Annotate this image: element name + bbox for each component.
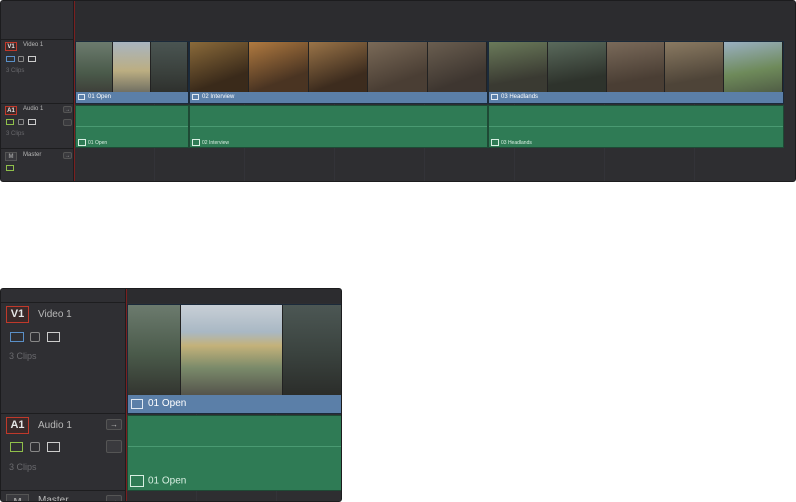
clip-name: 01 Open (148, 475, 187, 487)
ruler-header-space (1, 1, 73, 40)
track-header-column: V1 Video 1 3 Clips A1 Audio 1 → 3 Clips … (1, 1, 74, 181)
video-track-badge[interactable]: V1 (6, 306, 29, 323)
video-track-name[interactable]: Video 1 (23, 42, 43, 48)
master-track-name[interactable]: Master (23, 152, 41, 158)
master-track-header[interactable]: M Master → (1, 149, 73, 181)
video-clip[interactable]: 02 Interview (189, 41, 488, 104)
video-track-badge[interactable]: V1 (5, 42, 17, 51)
audio-track-header[interactable]: A1 Audio 1 → 3 Clips (1, 104, 73, 149)
audio-track-badge[interactable]: A1 (6, 417, 29, 434)
audio-track-name[interactable]: Audio 1 (23, 106, 43, 112)
clip-name: 02 Interview (202, 94, 235, 100)
film-icon (491, 94, 498, 100)
track-header-column: V1 Video 1 3 Clips A1 Audio 1 → 3 Clips … (1, 289, 126, 501)
playhead[interactable] (74, 1, 75, 181)
clip-name: 01 Open (148, 398, 187, 409)
clip-name: 02 Interview (202, 139, 229, 146)
audio-clip-count: 3 Clips (9, 462, 37, 472)
auto-select-icon[interactable] (47, 332, 60, 342)
film-icon (192, 94, 199, 100)
video-clip-count: 3 Clips (9, 351, 37, 361)
master-track-header[interactable]: M Master → (1, 491, 125, 501)
playhead[interactable] (126, 289, 127, 501)
video-track-name[interactable]: Video 1 (38, 309, 72, 320)
lock-icon[interactable] (18, 119, 24, 125)
arrow-icon[interactable]: → (106, 419, 122, 430)
auto-select-icon[interactable] (28, 119, 36, 125)
auto-select-icon[interactable] (28, 56, 36, 62)
video-clip-count: 3 Clips (6, 68, 25, 74)
solo-icon[interactable] (106, 440, 122, 453)
audio-track-header[interactable]: A1 Audio 1 → 3 Clips (1, 414, 125, 491)
video-clip[interactable]: 03 Headlands (488, 41, 784, 104)
speaker-icon[interactable] (6, 119, 14, 125)
speaker-icon[interactable] (10, 442, 23, 452)
lock-icon[interactable] (30, 442, 40, 452)
master-track-badge[interactable]: M (6, 494, 29, 501)
film-icon (130, 475, 144, 487)
clip-name: 01 Open (88, 139, 108, 146)
film-icon (131, 399, 143, 409)
film-icon (491, 139, 499, 146)
timeline-overview: V1 Video 1 3 Clips A1 Audio 1 → 3 Clips … (0, 0, 796, 182)
audio-clip[interactable]: 01 Open (75, 105, 189, 148)
timecode-ruler[interactable] (74, 1, 795, 41)
arrow-icon[interactable]: → (63, 106, 72, 113)
arrow-icon[interactable]: → (106, 495, 122, 501)
monitor-icon[interactable] (6, 56, 15, 62)
master-track-badge[interactable]: M (5, 152, 17, 161)
timeline-detail: V1 Video 1 3 Clips A1 Audio 1 → 3 Clips … (0, 288, 342, 502)
video-track-header[interactable]: V1 Video 1 3 Clips (1, 40, 73, 104)
audio-clip[interactable]: 01 Open (127, 415, 341, 491)
video-clip[interactable]: 01 Open (127, 304, 341, 414)
video-clip[interactable]: 01 Open (75, 41, 189, 104)
speaker-icon[interactable] (6, 165, 14, 171)
clip-name: 01 Open (88, 94, 112, 100)
master-track-name[interactable]: Master (38, 495, 69, 501)
audio-track-badge[interactable]: A1 (5, 106, 17, 115)
auto-select-icon[interactable] (47, 442, 60, 452)
ruler-header-space (1, 289, 125, 303)
lock-icon[interactable] (30, 332, 40, 342)
clip-name: 03 Headlands (501, 94, 539, 100)
film-icon (78, 94, 85, 100)
audio-clip[interactable]: 03 Headlands (488, 105, 784, 148)
audio-clip[interactable]: 02 Interview (189, 105, 488, 148)
lock-icon[interactable] (18, 56, 24, 62)
audio-track-name[interactable]: Audio 1 (38, 420, 72, 431)
film-icon (192, 139, 200, 146)
film-icon (78, 139, 86, 146)
video-track-header[interactable]: V1 Video 1 3 Clips (1, 303, 125, 414)
monitor-icon[interactable] (10, 332, 24, 342)
arrow-icon[interactable]: → (63, 152, 72, 159)
clip-name: 03 Headlands (501, 139, 532, 146)
audio-clip-count: 3 Clips (6, 131, 25, 137)
timecode-ruler[interactable] (126, 289, 341, 304)
solo-icon[interactable] (63, 119, 72, 126)
